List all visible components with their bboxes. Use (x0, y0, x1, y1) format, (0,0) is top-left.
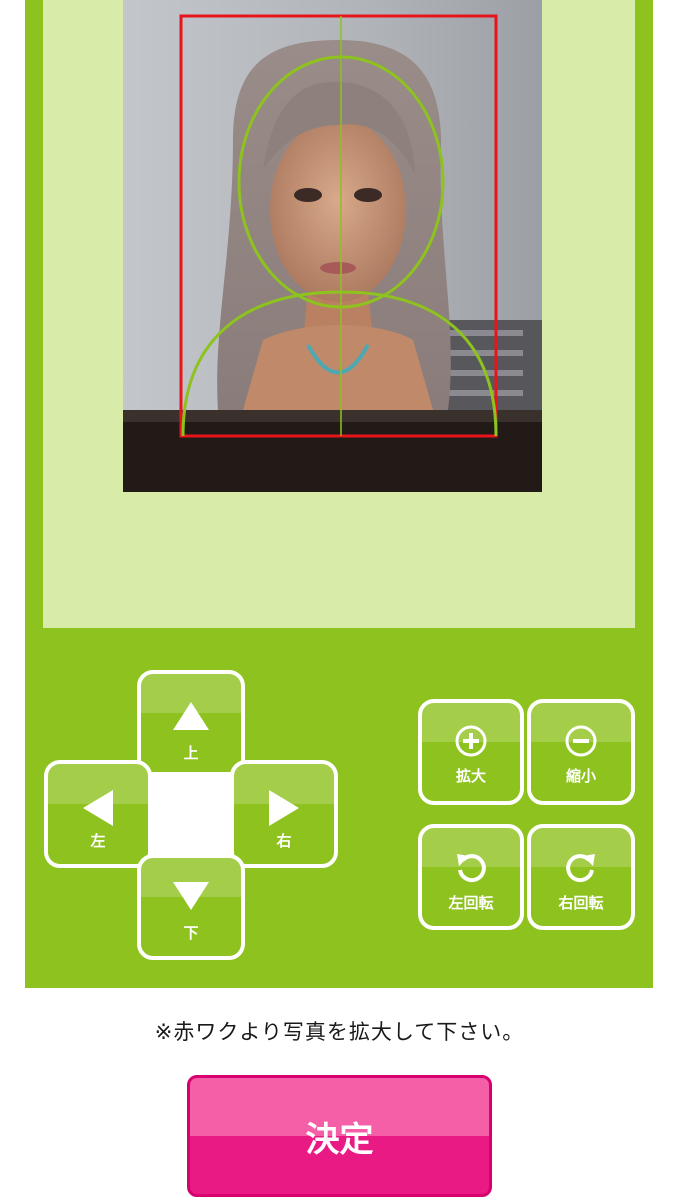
zoom-out-button[interactable]: 縮小 (527, 699, 635, 805)
move-right-button[interactable]: 右 (230, 760, 338, 868)
move-up-label: 上 (183, 744, 199, 762)
rotate-right-icon (566, 854, 595, 883)
plus-circle-icon (455, 725, 487, 757)
arrow-right-icon (269, 790, 299, 826)
move-left-label: 左 (90, 832, 106, 850)
rotate-left-icon (457, 854, 486, 883)
zoom-in-label: 拡大 (455, 767, 486, 785)
submit-button[interactable]: 決定 (187, 1075, 492, 1197)
move-left-button[interactable]: 左 (44, 760, 152, 868)
move-up-button[interactable]: 上 (137, 670, 245, 776)
photo-canvas[interactable] (123, 0, 542, 492)
move-down-button[interactable]: 下 (137, 854, 245, 960)
zoom-in-button[interactable]: 拡大 (418, 699, 524, 805)
rotate-left-button[interactable]: 左回転 (418, 824, 524, 930)
arrow-down-icon (173, 882, 209, 910)
arrow-up-icon (173, 702, 209, 730)
instruction-note: ※赤ワクより写真を拡大して下さい。 (154, 1020, 525, 1044)
rotate-left-label: 左回転 (448, 894, 494, 912)
rotate-right-button[interactable]: 右回転 (527, 824, 635, 930)
zoom-out-label: 縮小 (565, 767, 596, 785)
move-down-label: 下 (183, 924, 199, 942)
minus-circle-icon (565, 725, 597, 757)
move-right-label: 右 (276, 832, 292, 850)
rotate-right-label: 右回転 (558, 894, 604, 912)
dpad-center (148, 772, 236, 860)
portrait-photo (123, 0, 542, 492)
arrow-left-icon (83, 790, 113, 826)
